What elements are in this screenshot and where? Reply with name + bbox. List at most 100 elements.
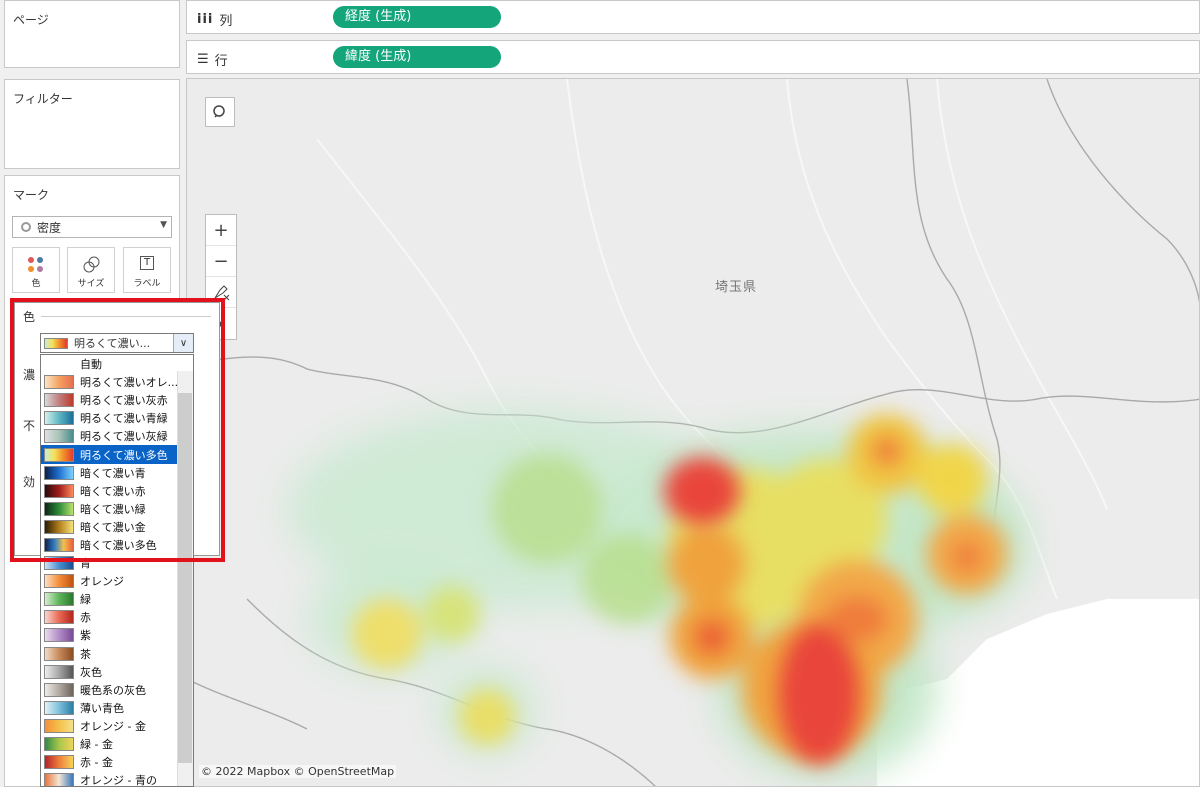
palette-swatch [44, 447, 74, 462]
palette-item-label: 明るくて濃い多色 [80, 448, 168, 462]
palette-swatch [44, 465, 74, 480]
palette-item[interactable]: 明るくて濃い灰緑 [41, 427, 193, 445]
palette-swatch [44, 411, 74, 426]
palette-item[interactable]: 赤 - 金 [41, 753, 193, 771]
palette-item[interactable]: 明るくて濃い青緑 [41, 409, 193, 427]
palette-item-label: オレンジ - 金 [80, 719, 146, 733]
palette-item[interactable]: 暗くて濃い緑 [41, 500, 193, 518]
palette-swatch [44, 375, 74, 390]
palette-swatch [44, 610, 74, 625]
chevron-down-icon: ▼ [160, 220, 167, 230]
palette-swatch [44, 556, 74, 571]
palette-item-label: 明るくて濃いオレ... [80, 376, 179, 390]
columns-label-text: 列 [219, 14, 233, 29]
palette-item[interactable]: 灰色 [41, 663, 193, 681]
pin-reset-icon [214, 285, 230, 301]
palette-item-label: 赤 - 金 [80, 756, 113, 770]
mark-type-dropdown[interactable]: 密度 ▼ [12, 216, 172, 238]
palette-item[interactable]: 暖色系の灰色 [41, 681, 193, 699]
prefecture-label: 埼玉県 [715, 280, 758, 295]
palette-item[interactable]: 紫 [41, 626, 193, 644]
columns-icon: iii [197, 12, 214, 27]
palette-item[interactable]: 青 [41, 554, 193, 572]
color-popup-divider [41, 316, 211, 317]
palette-item-label: 明るくて濃い青緑 [80, 412, 168, 426]
palette-item-label: 暖色系の灰色 [80, 683, 146, 697]
pages-card-title: ページ [13, 13, 49, 27]
size-button[interactable]: サイズ [67, 247, 115, 293]
size-button-label: サイズ [77, 279, 105, 289]
label-button-label: ラベル [133, 279, 161, 289]
palette-swatch [44, 519, 74, 534]
palette-item[interactable]: 明るくて濃いオレ... [41, 373, 193, 391]
color-palette-combo[interactable]: 明るくて濃い... ∨ [40, 333, 194, 353]
palette-item[interactable]: 明るくて濃い灰赤 [41, 391, 193, 409]
filters-card[interactable]: フィルター [4, 79, 180, 169]
scrollbar-thumb[interactable] [178, 393, 192, 763]
palette-item-label: 明るくて濃い灰赤 [80, 394, 168, 408]
palette-swatch [44, 682, 74, 697]
palette-item-label: 赤 [80, 611, 91, 625]
rows-shelf[interactable]: ☰ 行 緯度 (生成) [186, 40, 1200, 74]
palette-swatch [44, 773, 74, 786]
palette-item[interactable]: 暗くて濃い金 [41, 518, 193, 536]
palette-item[interactable]: 薄い青色 [41, 699, 193, 717]
longitude-pill[interactable]: 経度 (生成) [333, 6, 501, 28]
density-icon [21, 222, 31, 232]
palette-item[interactable]: 赤 [41, 608, 193, 626]
rows-label-text: 行 [214, 54, 228, 69]
palette-swatch [44, 357, 74, 371]
color-popup-title: 色 [23, 310, 36, 324]
label-button[interactable]: T ラベル [123, 247, 171, 293]
palette-item[interactable]: 自動 [41, 355, 193, 373]
palette-scrollbar[interactable] [177, 371, 193, 786]
palette-item[interactable]: 暗くて濃い多色 [41, 536, 193, 554]
zoom-out-button[interactable]: − [206, 246, 236, 277]
palette-item-label: 暗くて濃い金 [80, 520, 146, 534]
palette-item[interactable]: 緑 - 金 [41, 735, 193, 753]
palette-swatch [44, 574, 74, 589]
palette-item-label: 暗くて濃い緑 [80, 502, 146, 516]
columns-shelf-label: iii 列 [197, 10, 232, 29]
palette-item-label: 緑 - 金 [80, 738, 113, 752]
pages-card[interactable]: ページ [4, 0, 180, 68]
palette-swatch [44, 737, 74, 752]
palette-item[interactable]: 暗くて濃い青 [41, 464, 193, 482]
text-icon: T [140, 256, 154, 270]
latitude-pill[interactable]: 緯度 (生成) [333, 46, 501, 68]
palette-swatch [44, 646, 74, 661]
map-attribution: © 2022 Mapbox © OpenStreetMap [199, 765, 397, 778]
palette-swatch [44, 483, 74, 498]
palette-swatch [44, 537, 74, 552]
palette-item[interactable]: 暗くて濃い赤 [41, 482, 193, 500]
palette-item-label: 紫 [80, 629, 91, 643]
palette-item-label: オレンジ [80, 575, 124, 589]
palette-list[interactable]: 自動明るくて濃いオレ... 明るくて濃い灰赤 明るくて濃い青緑 明るくて濃い灰緑明るく… [40, 354, 194, 787]
color-button-label: 色 [31, 279, 41, 289]
opacity-label: 不 [23, 419, 36, 433]
palette-item[interactable]: オレンジ - 金 [41, 717, 193, 735]
palette-item[interactable]: オレンジ - 青の [41, 771, 193, 787]
columns-shelf[interactable]: iii 列 経度 (生成) [186, 0, 1200, 34]
palette-item[interactable]: 茶 [41, 645, 193, 663]
palette-item[interactable]: 緑 [41, 590, 193, 608]
map-search-button[interactable] [205, 97, 235, 127]
mark-type-value: 密度 [37, 220, 62, 235]
palette-swatch [44, 501, 74, 516]
palette-swatch [44, 755, 74, 770]
palette-item[interactable]: オレンジ [41, 572, 193, 590]
map-canvas [187, 79, 1199, 786]
palette-item-label: オレンジ - 青の [80, 774, 157, 787]
palette-swatch [44, 700, 74, 715]
palette-swatch [44, 664, 74, 679]
palette-swatch [44, 592, 74, 607]
chevron-down-icon[interactable]: ∨ [173, 334, 193, 352]
zoom-in-button[interactable]: + [206, 215, 236, 246]
rows-shelf-label: ☰ 行 [197, 50, 228, 69]
palette-item-label: 茶 [80, 647, 91, 661]
palette-item-label: 暗くて濃い青 [80, 466, 146, 480]
palette-item[interactable]: 明るくて濃い多色 [41, 445, 193, 464]
palette-item-label: 灰色 [80, 665, 102, 679]
color-button[interactable]: 色 [12, 247, 60, 293]
map-view[interactable]: 埼玉県 + − ▶ © 2022 Mapbox © OpenStreetMap [186, 78, 1200, 787]
